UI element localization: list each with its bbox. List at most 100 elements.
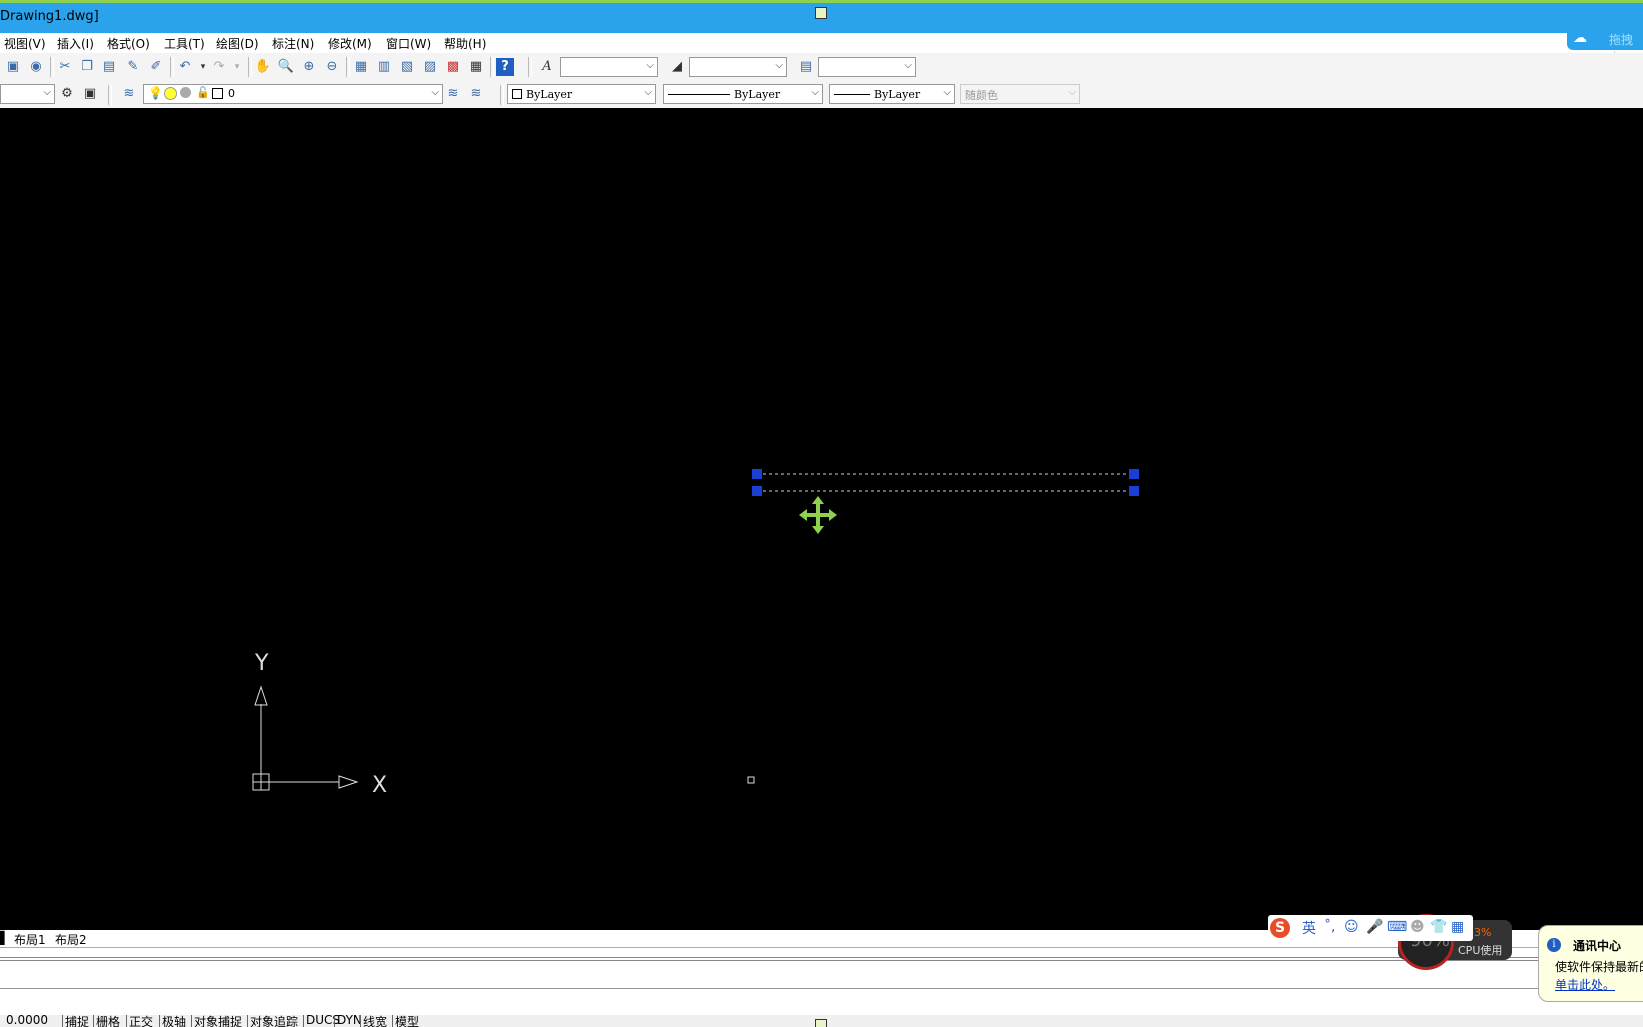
tool-palettes-icon[interactable]: ▧ <box>398 58 416 76</box>
save-workspace-icon[interactable]: ▣ <box>81 85 99 103</box>
zoom-previous-icon[interactable]: ⊖ <box>323 58 341 76</box>
ime-toolbar[interactable]: S 英 ˚, ☺ 🎤 ⌨ ☻ 👕 ▦ <box>1268 915 1473 941</box>
menu-tools[interactable]: 工具(T) <box>164 35 205 52</box>
plot-style-combo[interactable]: 随颜色 ⌵ <box>960 84 1080 104</box>
color-swatch-icon <box>512 89 522 99</box>
layer-name: 0 <box>228 87 235 100</box>
keyboard-icon[interactable]: ⌨ <box>1387 919 1407 935</box>
grip-handle[interactable] <box>752 486 762 496</box>
notification-link[interactable]: 单击此处。 <box>1555 976 1615 993</box>
drawing-canvas[interactable]: Y X <box>0 108 1643 930</box>
linetype-combo[interactable]: ByLayer ⌵ <box>663 84 823 104</box>
help-icon[interactable]: ? <box>496 58 514 76</box>
properties-icon[interactable]: ▦ <box>352 58 370 76</box>
copy-icon[interactable]: ❐ <box>78 58 96 76</box>
grip-handle[interactable] <box>1129 469 1139 479</box>
tray-handle-icon[interactable] <box>815 1019 827 1027</box>
layer-previous-icon[interactable]: ≋ <box>467 85 485 103</box>
notification-body: 使软件保持最新的 <box>1555 960 1643 974</box>
cut-icon[interactable]: ✂ <box>56 58 74 76</box>
sogou-logo-icon[interactable]: S <box>1270 918 1290 938</box>
layer-combo[interactable]: 💡 🔓 0 ⌵ <box>143 84 443 104</box>
tab-layout1[interactable]: 布局1 <box>14 931 46 948</box>
sheet-set-icon[interactable]: ▨ <box>421 58 439 76</box>
dim-style-icon: ◢ <box>672 59 682 74</box>
chevron-down-icon: ⌵ <box>943 87 951 98</box>
markup-icon[interactable]: ▩ <box>444 58 462 76</box>
grip-handle[interactable] <box>752 469 762 479</box>
otrack-button[interactable]: 对象追踪 <box>247 1015 298 1027</box>
workspace-settings-icon[interactable]: ⚙ <box>58 85 76 103</box>
grip-handle-icon[interactable] <box>815 7 827 19</box>
polar-button[interactable]: 极轴 <box>159 1015 186 1027</box>
color-combo[interactable]: ByLayer ⌵ <box>507 84 656 104</box>
chevron-down-icon: ⌵ <box>43 87 51 98</box>
notification-title: 通讯中心 <box>1573 939 1622 953</box>
menu-window[interactable]: 窗口(W) <box>386 35 431 52</box>
design-center-icon[interactable]: ▥ <box>375 58 393 76</box>
info-icon: i <box>1547 938 1561 952</box>
text-style-icon: A <box>542 59 552 74</box>
tab-layout2[interactable]: 布局2 <box>55 931 87 948</box>
table-style-icon: ▤ <box>799 59 813 74</box>
cloud-upload-button[interactable]: ☁ 拖拽上 <box>1567 27 1643 64</box>
chevron-down-icon: ⌵ <box>811 87 819 98</box>
chevron-down-icon: ⌵ <box>904 60 912 71</box>
menu-help[interactable]: 帮助(H) <box>444 35 486 52</box>
table-style-combo[interactable]: ⌵ <box>818 57 916 77</box>
dyn-button[interactable]: DYN <box>334 1015 362 1027</box>
ortho-button[interactable]: 正交 <box>126 1015 153 1027</box>
zoom-window-icon[interactable]: ⊕ <box>300 58 318 76</box>
grip-handle[interactable] <box>1129 486 1139 496</box>
move-cursor-icon <box>799 496 837 534</box>
menu-view[interactable]: 视图(V) <box>4 35 46 52</box>
publish-icon[interactable]: ▣ <box>4 58 22 76</box>
menu-draw[interactable]: 绘图(D) <box>216 35 259 52</box>
emoji-icon[interactable]: ☺ <box>1344 919 1359 935</box>
lineweight-button[interactable]: 线宽 <box>360 1015 387 1027</box>
chevron-down-icon: ⌵ <box>1068 87 1076 98</box>
match-properties-icon[interactable]: ✎ <box>124 58 142 76</box>
text-style-combo[interactable]: ⌵ <box>560 57 658 77</box>
ime-mode[interactable]: 英 <box>1302 918 1316 938</box>
make-current-layer-icon[interactable]: ≋ <box>444 85 462 103</box>
cpu-label: CPU使用 <box>1458 944 1503 957</box>
menu-modify[interactable]: 修改(M) <box>328 35 372 52</box>
menu-format[interactable]: 格式(O) <box>107 35 150 52</box>
workspace-combo[interactable]: ⌵ <box>0 84 55 104</box>
status-bar: 0.0000 捕捉 栅格 正交 极轴 对象捕捉 对象追踪 DUCS DYN 线宽… <box>0 1015 1643 1027</box>
user-icon[interactable]: ☻ <box>1410 919 1425 935</box>
block-editor-icon[interactable]: ✐ <box>147 58 165 76</box>
chevron-down-icon: ⌵ <box>431 87 439 98</box>
bulb-icon: 💡 <box>148 86 163 100</box>
command-window[interactable] <box>0 947 1643 1016</box>
snap-button[interactable]: 捕捉 <box>62 1015 89 1027</box>
selected-rectangle[interactable] <box>752 469 1139 496</box>
grid-button[interactable]: 栅格 <box>93 1015 120 1027</box>
color-value: ByLayer <box>526 88 573 101</box>
model-button[interactable]: 模型 <box>392 1015 419 1027</box>
redo-dropdown-icon[interactable]: ▾ <box>228 58 246 76</box>
3d-publish-icon[interactable]: ◉ <box>27 58 45 76</box>
redo-icon[interactable]: ↷ <box>210 58 228 76</box>
punctuation-icon[interactable]: ˚, <box>1324 919 1335 935</box>
menu-dimension[interactable]: 标注(N) <box>272 35 314 52</box>
calculator-icon[interactable]: ▦ <box>467 58 485 76</box>
menu-insert[interactable]: 插入(I) <box>57 35 94 52</box>
toolbox-icon[interactable]: ▦ <box>1451 919 1464 935</box>
plot-style-value: 随颜色 <box>965 89 998 102</box>
layer-manager-icon[interactable]: ≋ <box>120 85 138 103</box>
tab-model[interactable]: ▌ <box>0 931 9 945</box>
undo-icon[interactable]: ↶ <box>176 58 194 76</box>
lineweight-combo[interactable]: ByLayer ⌵ <box>829 84 955 104</box>
osnap-button[interactable]: 对象捕捉 <box>191 1015 242 1027</box>
window-title: Drawing1.dwg] <box>0 9 99 24</box>
communication-center-notification[interactable]: i 通讯中心 使软件保持最新的 单击此处。 <box>1538 925 1643 1002</box>
microphone-icon[interactable]: 🎤 <box>1366 919 1383 935</box>
pan-icon[interactable]: ✋ <box>254 58 272 76</box>
cpu-small-percent: 3% <box>1474 926 1492 939</box>
zoom-realtime-icon[interactable]: 🔍 <box>277 58 295 76</box>
skin-icon[interactable]: 👕 <box>1430 919 1447 935</box>
paste-icon[interactable]: ▤ <box>100 58 118 76</box>
dimension-style-combo[interactable]: ⌵ <box>689 57 787 77</box>
